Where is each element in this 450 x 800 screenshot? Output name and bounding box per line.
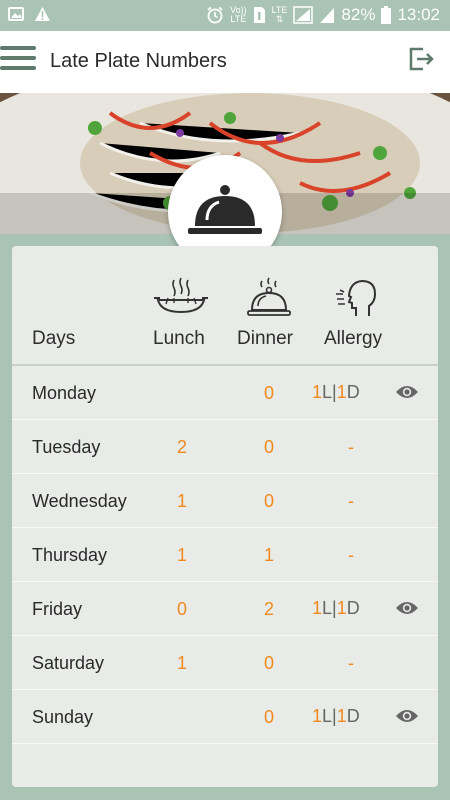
allergy-summary: 1L|1D [312,382,360,402]
table-row[interactable]: Tuesday 2 0 - [12,420,438,474]
day-label: Friday [32,599,83,619]
dinner-count: 1 [263,545,274,565]
table-row[interactable]: Wednesday 1 0 - [12,474,438,528]
allergy-none: - [348,545,354,565]
signal-icon [293,6,314,24]
allergy-summary: 1L|1D [312,706,360,726]
table-row[interactable]: Saturday 1 0 - [12,636,438,690]
logout-icon[interactable] [408,46,434,72]
allergy-none: - [348,653,354,673]
eye-icon[interactable] [395,383,419,401]
table-row[interactable]: Monday 0 1L|1D [12,366,438,420]
table-row[interactable]: Thursday 1 1 - [12,528,438,582]
dinner-count: 0 [263,383,274,403]
day-label: Monday [32,383,97,403]
header-dinner: Dinner [237,328,293,349]
header-days: Days [32,328,76,349]
table-row[interactable]: Sunday 0 1L|1D [12,690,438,744]
lunch-count: 2 [176,437,187,457]
dinner-count: 0 [263,707,274,727]
warning-icon [35,7,50,21]
status-bar: Vo)) LTE LTE ⇅ 82% 13:02 [0,0,450,31]
alarm-icon [207,6,223,24]
cloche-icon [188,185,262,234]
allergy-none: - [348,437,354,457]
image-icon [8,7,24,21]
table-header: Days Lunch Dinner Allergy [12,246,438,366]
volte-indicator: Vo)) LTE [230,5,247,24]
dinner-count: 0 [263,653,274,673]
menu-icon[interactable] [0,46,36,72]
battery-percent: 82% [341,5,376,24]
sim-icon [253,7,265,23]
lunch-count: 1 [176,653,187,673]
day-label: Tuesday [32,437,101,457]
battery-icon [381,6,392,24]
allergy-summary: 1L|1D [312,598,360,618]
app-bar: Late Plate Numbers [0,31,450,93]
allergy-none: - [348,491,354,511]
dinner-count: 0 [263,437,274,457]
page-title: Late Plate Numbers [50,50,227,72]
header-allergy: Allergy [324,328,383,349]
lunch-count: 0 [176,599,187,619]
signal-icon [320,8,335,23]
late-plate-table: Days Lunch Dinner Allergy Monday 0 1L|1D… [12,246,438,787]
dinner-count: 0 [263,491,274,511]
day-label: Saturday [32,653,105,673]
table-row[interactable]: Friday 0 2 1L|1D [12,582,438,636]
lunch-count: 1 [176,491,187,511]
day-label: Sunday [32,707,94,727]
dinner-cloche-icon [247,277,291,316]
day-label: Wednesday [32,491,127,511]
eye-icon[interactable] [395,707,419,725]
lunch-count: 1 [176,545,187,565]
clock: 13:02 [397,5,440,24]
dinner-count: 2 [263,599,274,619]
header-lunch: Lunch [153,328,205,349]
eye-icon[interactable] [395,599,419,617]
day-label: Thursday [32,545,108,565]
allergy-head-icon [336,279,377,316]
lunch-bowl-icon [154,277,208,314]
lte-indicator: LTE ⇅ [271,5,288,24]
